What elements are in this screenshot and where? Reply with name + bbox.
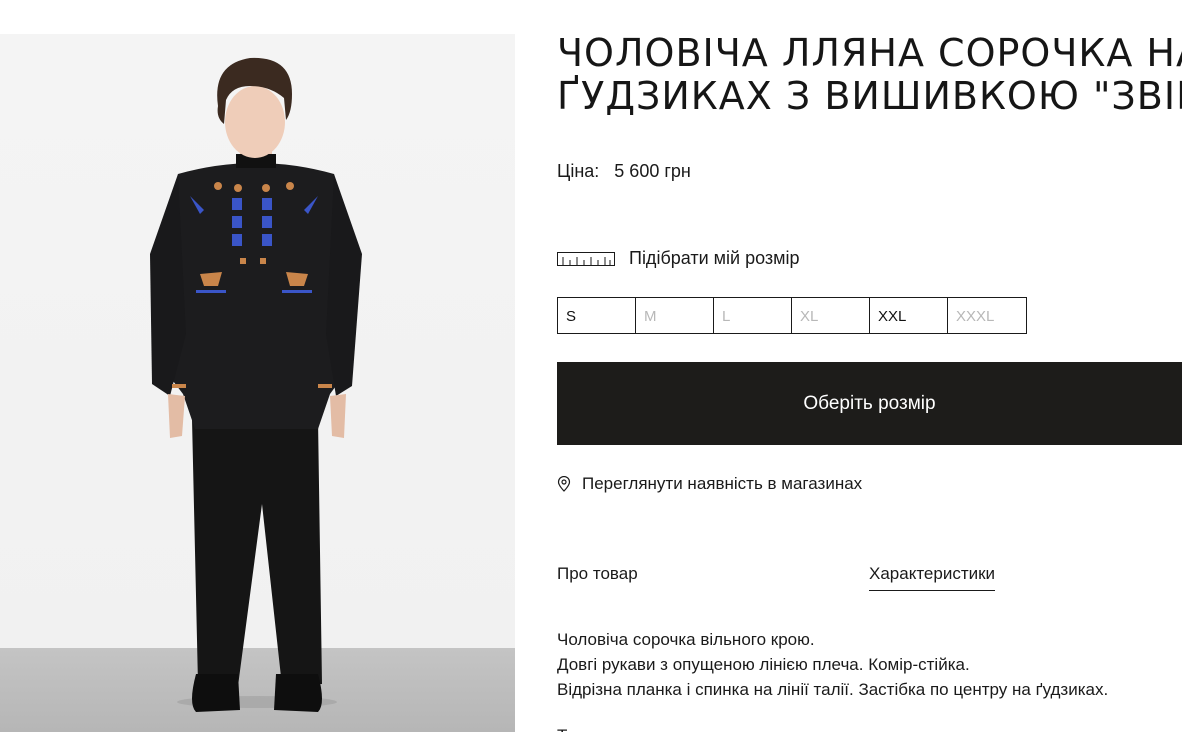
model-illustration	[150, 57, 362, 712]
location-pin-icon	[557, 476, 571, 492]
size-option-l[interactable]: L	[714, 298, 792, 333]
product-description: Чоловіча сорочка вільного крою. Довгі ру…	[557, 627, 1182, 732]
product-photo[interactable]	[0, 34, 515, 732]
description-line: Відрізна планка і спинка на лінії талії.…	[557, 680, 1109, 699]
description-line: Чоловіча сорочка вільного крою.	[557, 630, 815, 649]
store-availability-label: Переглянути наявність в магазинах	[582, 474, 863, 493]
ruler-icon	[557, 251, 615, 266]
price-row: Ціна: 5 600 грн	[557, 161, 691, 182]
description-line: Т	[557, 723, 1182, 732]
price-value: 5 600 грн	[614, 161, 691, 181]
product-title: ЧОЛОВІЧА ЛЛЯНА СОРОЧКА НА ҐУДЗИКАХ З ВИШ…	[557, 32, 1182, 118]
size-selector: S M L XL XXL XXXL	[557, 297, 1027, 334]
product-title-line-2: ҐУДЗИКАХ З ВИШИВКОЮ "ЗВІР"	[557, 74, 1182, 118]
size-option-xxxl[interactable]: XXXL	[948, 298, 1026, 333]
size-option-xl[interactable]: XL	[792, 298, 870, 333]
price-label: Ціна:	[557, 161, 600, 181]
size-option-s[interactable]: S	[558, 298, 636, 333]
tab-about-product[interactable]: Про товар	[557, 564, 638, 590]
description-line: Довгі рукави з опущеною лінією плеча. Ко…	[557, 655, 970, 674]
product-page: ЧОЛОВІЧА ЛЛЯНА СОРОЧКА НА ҐУДЗИКАХ З ВИШ…	[0, 0, 1182, 732]
size-option-m[interactable]: M	[636, 298, 714, 333]
size-option-xxl[interactable]: XXL	[870, 298, 948, 333]
size-guide-label: Підібрати мій розмір	[629, 248, 800, 268]
store-availability-link[interactable]: Переглянути наявність в магазинах	[557, 474, 862, 494]
product-title-line-1: ЧОЛОВІЧА ЛЛЯНА СОРОЧКА НА	[557, 31, 1182, 75]
choose-size-button[interactable]: Оберіть розмір	[557, 362, 1182, 445]
size-guide-link[interactable]: Підібрати мій розмір	[557, 248, 800, 269]
tab-characteristics[interactable]: Характеристики	[869, 564, 996, 591]
